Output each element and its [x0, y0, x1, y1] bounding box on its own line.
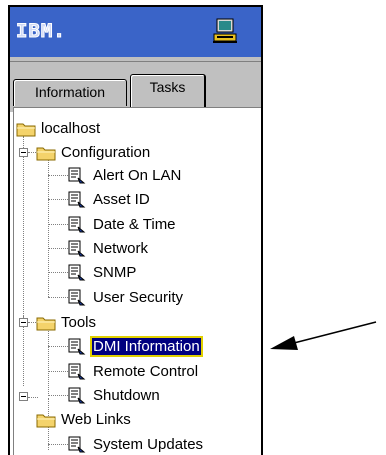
- tree-root-localhost[interactable]: localhost: [16, 117, 102, 140]
- tab-strip: Information Tasks: [10, 62, 261, 112]
- task-icon: [68, 338, 86, 354]
- tab-tasks[interactable]: Tasks: [130, 74, 206, 108]
- tree-item-dmi-information[interactable]: DMI Information: [66, 335, 203, 358]
- task-icon: [68, 191, 86, 207]
- folder-icon: [16, 123, 36, 136]
- tree-label: Tools: [61, 314, 97, 331]
- task-tree: localhost Configuration Alert On LAN Ass…: [13, 107, 261, 455]
- folder-open-icon: [36, 317, 56, 330]
- tree-label: SNMP: [93, 264, 137, 281]
- tree-item-snmp[interactable]: SNMP: [66, 261, 138, 284]
- tree-label: Asset ID: [93, 191, 150, 208]
- task-icon: [68, 240, 86, 256]
- tree-connector: [23, 136, 24, 316]
- tree-label: Web Links: [61, 411, 131, 428]
- tree-label-selected: DMI Information: [90, 336, 203, 357]
- task-icon: [68, 363, 86, 379]
- collapse-web-links-toggle[interactable]: [19, 392, 28, 401]
- task-icon: [68, 436, 86, 452]
- task-icon: [68, 387, 86, 403]
- tree-label: Remote Control: [93, 363, 199, 380]
- tree-group-configuration[interactable]: Configuration: [36, 141, 152, 164]
- task-panel: IBM. Information Tasks localhost Configu…: [8, 5, 263, 455]
- task-icon: [68, 289, 86, 305]
- collapse-tools-toggle[interactable]: [19, 318, 28, 327]
- tree-item-network[interactable]: Network: [66, 237, 150, 260]
- tree-label: Network: [93, 240, 149, 257]
- tree-label: System Updates: [93, 436, 204, 453]
- tab-information[interactable]: Information: [13, 79, 127, 106]
- folder-open-icon: [36, 147, 56, 160]
- tree-label: Shutdown: [93, 387, 160, 404]
- tree-label: Alert On LAN: [93, 167, 182, 184]
- tree-item-date-time[interactable]: Date & Time: [66, 213, 178, 236]
- tree-group-web-links[interactable]: Web Links: [36, 408, 133, 431]
- task-icon: [68, 216, 86, 232]
- tree-item-user-security[interactable]: User Security: [66, 286, 185, 309]
- callout-arrow-icon: [270, 321, 377, 350]
- collapse-configuration-toggle[interactable]: [19, 148, 28, 157]
- computer-icon[interactable]: [210, 16, 240, 46]
- tree-item-shutdown[interactable]: Shutdown: [66, 384, 162, 407]
- ibm-logo: IBM.: [16, 20, 66, 43]
- folder-open-icon: [36, 414, 56, 427]
- task-icon: [68, 167, 86, 183]
- tree-item-alert-on-lan[interactable]: Alert On LAN: [66, 164, 183, 187]
- tree-item-remote-control[interactable]: Remote Control: [66, 360, 200, 383]
- header-banner: IBM.: [10, 7, 261, 57]
- task-icon: [68, 264, 86, 280]
- tree-group-tools[interactable]: Tools: [36, 311, 98, 334]
- tree-label: localhost: [41, 120, 101, 137]
- tree-item-asset-id[interactable]: Asset ID: [66, 188, 152, 211]
- tree-item-system-updates[interactable]: System Updates: [66, 433, 205, 455]
- tree-label: Date & Time: [93, 216, 176, 233]
- tree-connector: [28, 397, 38, 398]
- tree-label: Configuration: [61, 144, 151, 161]
- tree-label: User Security: [93, 289, 184, 306]
